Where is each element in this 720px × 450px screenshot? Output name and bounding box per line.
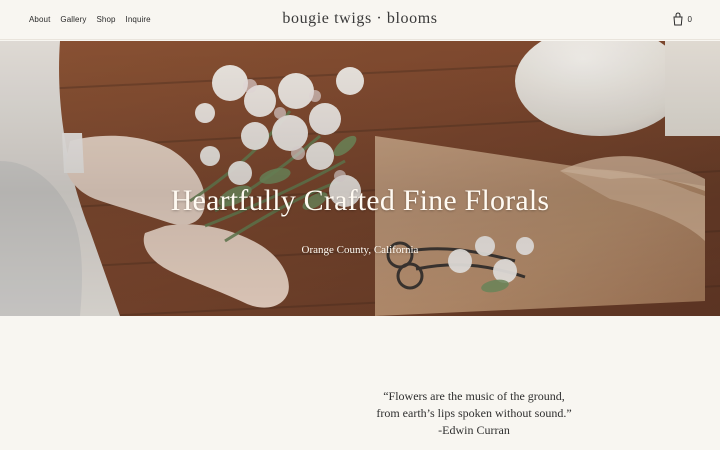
brand-logo[interactable]: bougie twigs · blooms (282, 10, 437, 28)
quote-line-1: “Flowers are the music of the ground, (383, 389, 565, 403)
page: About Gallery Shop Inquire bougie twigs … (0, 0, 720, 450)
quote-line-2: from earth’s lips spoken without sound.” (376, 406, 572, 420)
hero-title: Heartfully Crafted Fine Florals (170, 184, 550, 217)
shopping-bag-icon (672, 11, 684, 28)
cart-button[interactable]: 0 (672, 11, 692, 28)
nav-gallery[interactable]: Gallery (60, 15, 86, 24)
site-header: About Gallery Shop Inquire bougie twigs … (0, 0, 720, 40)
hero-subtitle: Orange County, California (301, 244, 419, 256)
quote-block: “Flowers are the music of the ground, fr… (0, 388, 720, 439)
primary-nav: About Gallery Shop Inquire (29, 15, 151, 24)
nav-about[interactable]: About (29, 15, 50, 24)
nav-shop[interactable]: Shop (96, 15, 115, 24)
hero-banner: Heartfully Crafted Fine Florals Orange C… (0, 41, 720, 316)
cart-count: 0 (687, 15, 692, 24)
hero-image (0, 41, 720, 316)
quote-author: -Edwin Curran (438, 423, 510, 437)
nav-inquire[interactable]: Inquire (126, 15, 151, 24)
